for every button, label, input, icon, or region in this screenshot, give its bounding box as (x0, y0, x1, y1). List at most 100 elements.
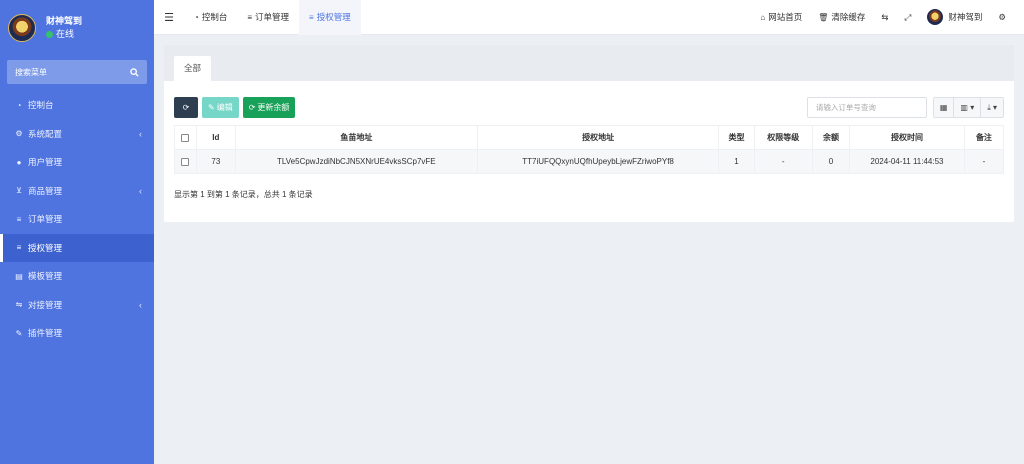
sidebar-item-label: 订单管理 (28, 214, 63, 225)
template-icon: ▤ (15, 271, 23, 281)
sidebar-menu: ◔ 控制台 ⚙ 系统配置 ‹ ● 用户管理 ⊻ 商品管理 ‹ ≡ 订单管理 ≡ 授权管理 ▤ 模板管理 ⇋ 对接管… (0, 91, 154, 348)
table-cell: 0 (811, 149, 851, 174)
columns-icon: ▥ ▾ (960, 103, 975, 112)
table-tools: ▦ ▥ ▾ ⤓ ▾ (932, 97, 1004, 118)
auth-table: Id 鱼苗地址 授权地址 类型 权限等级 余额 授权时间 备注 73 TLVe5CpwJzdiN… (174, 125, 1005, 174)
column-header[interactable]: 授权地址 (476, 125, 720, 150)
site-home-label: 网站首页 (768, 12, 803, 22)
menu-search[interactable]: 搜索菜单 (7, 60, 147, 84)
select-all-cell (174, 125, 197, 150)
tab-label: 授权管理 (316, 12, 351, 22)
refresh-button[interactable]: ⟳ (174, 97, 198, 118)
table-cell: TLVe5CpwJzdiNbCJN5XNrUE4vksSCp7vFE (234, 149, 478, 174)
list-icon: ≡ (16, 214, 22, 224)
chevron-left-icon: ‹ (139, 128, 142, 139)
sidebar-item-label: 插件管理 (28, 328, 63, 339)
sidebar-item-label: 控制台 (28, 100, 54, 111)
dashboard-icon: ◔ (16, 100, 22, 110)
chevron-left-icon: ‹ (139, 299, 142, 310)
clear-cache-label: 清除缓存 (831, 12, 866, 22)
sidebar: 财神驾到 在线 搜索菜单 ◔ 控制台 ⚙ 系统配置 ‹ ● 用户管理 ⊻ 商品管理 ‹ ≡ 订单管理 ≡… (0, 0, 154, 464)
avatar (8, 14, 36, 42)
column-header[interactable]: 类型 (718, 125, 755, 150)
sidebar-item-8[interactable]: ✎ 插件管理 (0, 319, 154, 348)
sidebar-item-3[interactable]: ⊻ 商品管理 ‹ (0, 177, 154, 206)
search-icon[interactable] (130, 67, 139, 77)
sidebar-item-0[interactable]: ◔ 控制台 (0, 91, 154, 120)
table-cell: TT7iUFQQxynUQfhUpeybLjewFZriwoPYf8 (476, 149, 720, 174)
status-dot-icon (46, 31, 53, 38)
export-icon: ⤓ ▾ (987, 102, 997, 112)
table-view-icon: ▦ (939, 103, 948, 112)
clear-cache-button[interactable]: 🗑 清除缓存 (810, 11, 873, 23)
sidebar-item-label: 模板管理 (28, 271, 63, 282)
tab-0[interactable]: ◔ 控制台 (184, 0, 237, 35)
table-cell: 1 (718, 149, 755, 174)
top-user-name: 财神驾到 (948, 12, 983, 22)
sidebar-item-1[interactable]: ⚙ 系统配置 ‹ (0, 120, 154, 149)
order-search-input[interactable] (806, 97, 927, 118)
tab-icon: ◔ (194, 12, 199, 22)
refresh-icon: ⟳ (248, 103, 256, 112)
table-cell: - (963, 149, 1005, 174)
sidebar-item-label: 对接管理 (28, 299, 63, 310)
update-balance-label: 更新余额 (257, 103, 290, 112)
user-menu[interactable]: 财神驾到 (919, 9, 990, 25)
language-icon[interactable]: ⇆ (873, 12, 896, 23)
status-label: 在线 (56, 29, 75, 39)
chevron-left-icon: ‹ (139, 185, 142, 196)
list-icon: ≡ (16, 243, 22, 253)
row-select-cell (174, 149, 197, 174)
table-row[interactable]: 73 TLVe5CpwJzdiNbCJN5XNrUE4vksSCp7vFE TT7i… (174, 149, 1005, 174)
content-panel: 全部 ⟳ ✎ 编辑 ⟳ 更新余额 ▦ ▥ ▾ ⤓ ▾ Id鱼苗地址授权地址类型 (164, 45, 1014, 222)
sidebar-item-label: 授权管理 (28, 242, 63, 253)
trash-icon: 🗑 (818, 12, 829, 22)
sidebar-item-2[interactable]: ● 用户管理 (0, 148, 154, 177)
select-all-checkbox[interactable] (181, 133, 190, 142)
top-navbar: ☰ ◔ 控制台 ≡ 订单管理 ≡ 授权管理 ⌂ 网站首页 🗑 清除缓存 ⇆ ⤢ 财神驾到 … (154, 0, 1024, 35)
columns-button[interactable]: ▥ ▾ (954, 98, 982, 117)
site-home-link[interactable]: ⌂ 网站首页 (752, 11, 810, 23)
pagination-info: 显示第 1 到第 1 条记录，总共 1 条记录 (174, 190, 313, 199)
table-cell: - (753, 149, 813, 174)
column-header[interactable]: Id (195, 125, 236, 150)
tab-label: 控制台 (201, 12, 228, 22)
gear-icon: ⚙ (15, 129, 23, 139)
sidebar-item-6[interactable]: ▤ 模板管理 (0, 262, 154, 291)
tab-1[interactable]: ≡ 订单管理 (237, 0, 299, 35)
tab-label: 订单管理 (255, 12, 290, 22)
column-header[interactable]: 备注 (963, 125, 1005, 150)
sliders-icon: ⇋ (15, 300, 23, 310)
column-header[interactable]: 鱼苗地址 (234, 125, 478, 150)
edit-label: 编辑 (216, 103, 233, 112)
toolbar: ⟳ ✎ 编辑 ⟳ 更新余额 (174, 97, 296, 118)
nav-tabs: ◔ 控制台 ≡ 订单管理 ≡ 授权管理 (184, 0, 361, 35)
fullscreen-icon[interactable]: ⤢ (897, 12, 920, 23)
sidebar-item-4[interactable]: ≡ 订单管理 (0, 205, 154, 234)
edit-button[interactable]: ✎ 编辑 (202, 97, 239, 118)
column-header[interactable]: 余额 (811, 125, 851, 150)
user-profile: 财神驾到 在线 (0, 0, 154, 56)
tab-icon: ≡ (247, 12, 253, 22)
export-button[interactable]: ⤓ ▾ (981, 98, 1003, 117)
profile-name: 财神驾到 (46, 16, 83, 26)
column-header[interactable]: 权限等级 (753, 125, 813, 150)
tab-2[interactable]: ≡ 授权管理 (299, 0, 361, 35)
update-balance-button[interactable]: ⟳ 更新余额 (242, 97, 296, 118)
cart-icon: ⊻ (16, 186, 22, 196)
pencil-icon: ✎ (208, 103, 215, 112)
sidebar-item-label: 系统配置 (28, 128, 63, 139)
menu-search-label: 搜索菜单 (15, 67, 47, 77)
sidebar-item-label: 用户管理 (28, 157, 63, 168)
table-cell: 2024-04-11 11:44:53 (849, 149, 965, 174)
sidebar-item-5[interactable]: ≡ 授权管理 (0, 233, 154, 262)
user-icon: ● (16, 157, 22, 167)
refresh-icon: ⟳ (182, 103, 190, 112)
tab-all[interactable]: 全部 (174, 56, 212, 81)
toggle-view-button[interactable]: ▦ (933, 98, 955, 117)
sidebar-item-7[interactable]: ⇋ 对接管理 ‹ (0, 291, 154, 320)
column-header[interactable]: 授权时间 (849, 125, 965, 150)
settings-gear-icon[interactable]: ⚙ (990, 12, 1014, 23)
menu-toggle-icon[interactable]: ☰ (154, 11, 184, 24)
row-checkbox[interactable] (181, 157, 190, 166)
